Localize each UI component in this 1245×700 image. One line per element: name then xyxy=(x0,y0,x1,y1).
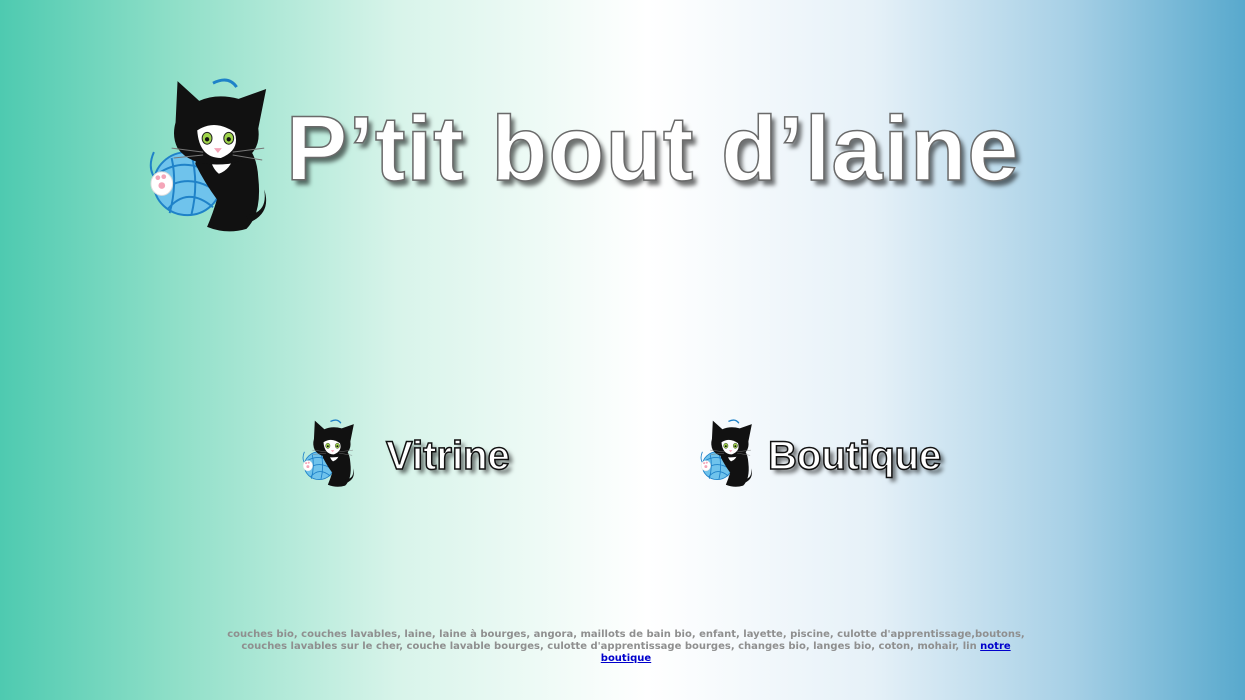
keywords-text: couches bio, couches lavables, laine, la… xyxy=(227,629,1025,652)
footer-keywords: couches bio, couches lavables, laine, la… xyxy=(226,629,1026,665)
nav-vitrine-label: Vitrine xyxy=(385,433,510,479)
nav-vitrine-link[interactable]: Vitrine xyxy=(300,418,530,490)
nav-boutique-link[interactable]: Boutique xyxy=(698,418,958,490)
kitten-with-yarn-icon xyxy=(300,418,360,490)
nav-boutique-label: Boutique xyxy=(767,433,942,479)
kitten-with-yarn-icon xyxy=(698,418,758,490)
kitten-with-yarn-icon xyxy=(148,74,276,240)
site-title: P’tit bout d’laine xyxy=(285,97,1020,201)
site-header: P’tit bout d’laine xyxy=(148,74,1068,240)
